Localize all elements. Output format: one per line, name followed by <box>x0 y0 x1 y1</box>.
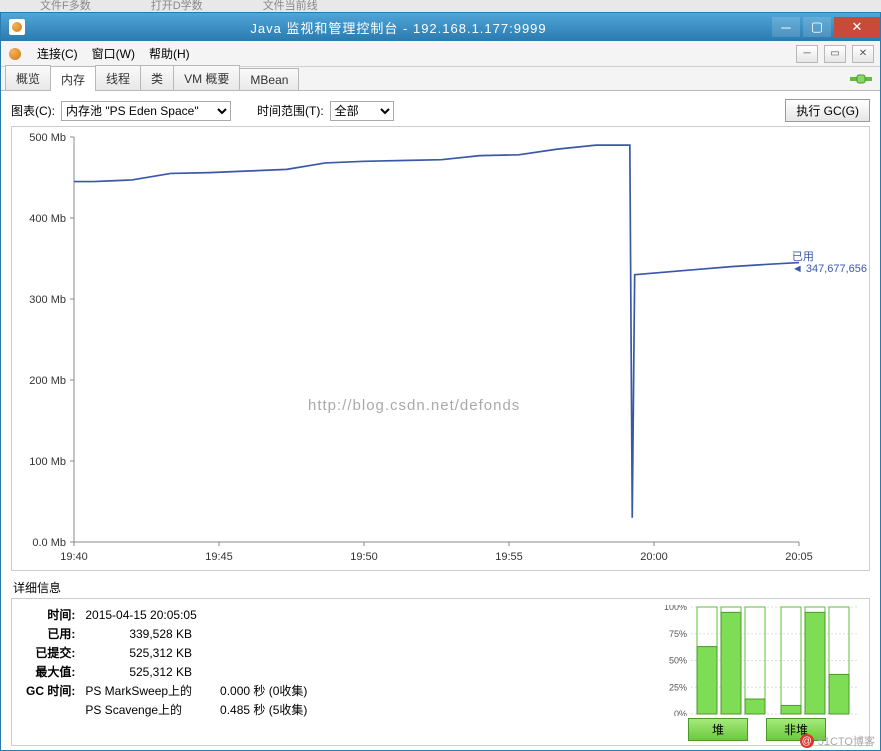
svg-text:25%: 25% <box>669 682 687 692</box>
at-icon: @ <box>800 734 814 748</box>
titlebar[interactable]: Java 监视和管理控制台 - 192.168.1.177:9999 ─ ▢ ✕ <box>1 13 880 41</box>
heap-button[interactable]: 堆 <box>688 718 748 741</box>
svg-text:19:40: 19:40 <box>60 551 88 563</box>
app-icon <box>9 19 25 35</box>
svg-text:400 Mb: 400 Mb <box>29 213 66 225</box>
svg-text:500 Mb: 500 Mb <box>29 132 66 144</box>
content-area: 图表(C): 内存池 "PS Eden Space" 时间范围(T): 全部 执… <box>1 91 880 750</box>
chart-select-label: 图表(C): <box>11 102 55 119</box>
svg-text:19:45: 19:45 <box>205 551 233 563</box>
java-icon <box>7 46 23 62</box>
window-title: Java 监视和管理控制台 - 192.168.1.177:9999 <box>25 18 772 37</box>
svg-text:100 Mb: 100 Mb <box>29 456 66 468</box>
svg-text:50%: 50% <box>669 656 687 666</box>
svg-text:75%: 75% <box>669 629 687 639</box>
tab-mbeans[interactable]: MBean <box>239 68 299 90</box>
svg-text:20:05: 20:05 <box>785 551 813 563</box>
svg-text:100%: 100% <box>664 605 687 612</box>
menu-window[interactable]: 窗口(W) <box>92 45 135 62</box>
mdi-minimize-button[interactable]: ─ <box>796 45 818 63</box>
svg-text:19:50: 19:50 <box>350 551 378 563</box>
details-panel: 时间:2015-04-15 20:05:05 已用:339,528 KB 已提交… <box>11 598 870 746</box>
svg-text:20:00: 20:00 <box>640 551 668 563</box>
close-button[interactable]: ✕ <box>834 17 880 37</box>
mdi-restore-button[interactable]: ▭ <box>824 45 846 63</box>
memory-chart[interactable]: 0.0 Mb 100 Mb 200 Mb 300 Mb 400 Mb 500 Mb 19:4… <box>11 126 870 571</box>
menu-connect[interactable]: 连接(C) <box>37 45 78 62</box>
tab-threads[interactable]: 线程 <box>95 65 141 90</box>
memory-pool-bars: 100%75%50%25%0% 堆 非堆 <box>649 599 869 745</box>
memory-chart-svg: 0.0 Mb 100 Mb 200 Mb 300 Mb 400 Mb 500 Mb 19:4… <box>12 127 869 570</box>
details-header: 详细信息 <box>13 579 870 596</box>
perform-gc-button[interactable]: 执行 GC(G) <box>785 99 870 122</box>
timerange-select-label: 时间范围(T): <box>257 102 324 119</box>
maximize-button[interactable]: ▢ <box>803 17 831 37</box>
tab-overview[interactable]: 概览 <box>5 65 51 90</box>
corner-watermark: @ 51CTO博客 <box>800 733 875 749</box>
tab-classes[interactable]: 类 <box>140 65 174 90</box>
timerange-select[interactable]: 全部 <box>330 101 394 121</box>
connected-icon <box>850 71 872 87</box>
tab-vm-summary[interactable]: VM 概要 <box>173 65 240 90</box>
details-text: 时间:2015-04-15 20:05:05 已用:339,528 KB 已提交… <box>12 599 649 745</box>
background-window-hint: 文件F多数 打开D学数 文件当前线 <box>0 0 881 12</box>
main-window: Java 监视和管理控制台 - 192.168.1.177:9999 ─ ▢ ✕… <box>0 12 881 751</box>
minimize-button[interactable]: ─ <box>772 17 800 37</box>
chart-select[interactable]: 内存池 "PS Eden Space" <box>61 101 231 121</box>
chart-controls: 图表(C): 内存池 "PS Eden Space" 时间范围(T): 全部 执… <box>11 99 870 122</box>
tabstrip: 概览 内存 线程 类 VM 概要 MBean <box>1 67 880 91</box>
svg-text:200 Mb: 200 Mb <box>29 375 66 387</box>
tab-memory[interactable]: 内存 <box>50 66 96 91</box>
menu-help[interactable]: 帮助(H) <box>149 45 190 62</box>
svg-text:0.0 Mb: 0.0 Mb <box>32 537 66 549</box>
chart-used-annotation: 已用 ◄ 347,677,656 <box>792 251 867 276</box>
mdi-close-button[interactable]: ✕ <box>852 45 874 63</box>
svg-text:19:55: 19:55 <box>495 551 523 563</box>
blog-watermark: http://blog.csdn.net/defonds <box>308 397 520 414</box>
memory-pool-bars-svg[interactable]: 100% 75% 50% 25% 0% <box>653 605 861 716</box>
svg-text:0%: 0% <box>674 709 687 716</box>
svg-text:300 Mb: 300 Mb <box>29 294 66 306</box>
menubar: 连接(C) 窗口(W) 帮助(H) ─ ▭ ✕ <box>1 41 880 67</box>
